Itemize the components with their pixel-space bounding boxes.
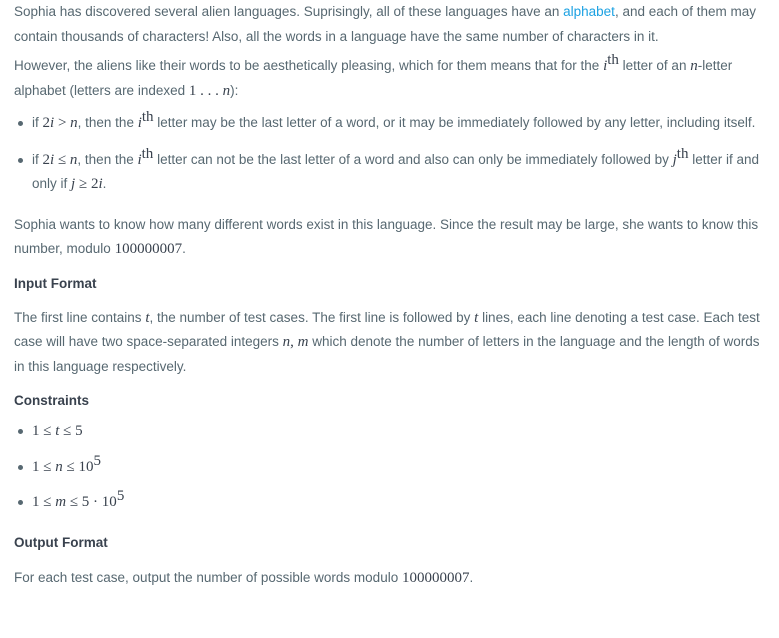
problem-statement: Sophia has discovered several alien lang… [0, 0, 779, 638]
math-op: ≥ [75, 176, 91, 192]
alphabet-link[interactable]: alphabet [563, 4, 615, 19]
math-op: > [54, 115, 71, 131]
bullet-icon [18, 464, 23, 470]
constraints-heading: Constraints [14, 393, 90, 408]
math-coef: 2 [42, 115, 51, 131]
output-end: . [469, 569, 474, 585]
math-comma: , [290, 334, 298, 350]
intro-text: Sophia has discovered several alien lang… [14, 4, 564, 19]
math-th: th [141, 109, 154, 125]
math-exponent: 5 [93, 452, 101, 469]
bullet-icon [18, 500, 23, 505]
math-bound: ≤ 5 · 10 [66, 494, 117, 510]
math-coef: 2 [42, 151, 51, 168]
math-range-n: n [222, 82, 231, 99]
aesthetics-text: However, the aliens like their words to … [14, 58, 604, 73]
math-n: n [55, 458, 63, 475]
math-bound: 1 ≤ [32, 458, 56, 475]
math-modulus: 100000007 [401, 569, 470, 586]
math-bound: ≤ 5 [59, 423, 83, 439]
input-format-paragraph: The first line contains t, the number of… [14, 306, 765, 380]
intro-paragraph: Sophia has discovered several alien lang… [14, 0, 765, 49]
rule-text: , then the [77, 115, 138, 130]
bullet-icon [18, 121, 23, 126]
output-format-heading: Output Format [14, 534, 108, 550]
constraints-list: 1 ≤ t ≤ 5 1 ≤ n ≤ 105 1 ≤ m ≤ 5 · 105 [14, 419, 765, 515]
math-range-dots: . . . [196, 82, 223, 99]
aesthetics-text-2: letter of an [618, 58, 691, 73]
constraint-item: 1 ≤ n ≤ 105 [14, 452, 765, 480]
bullet-icon [18, 157, 23, 163]
rule-text-2: letter can not be the last letter of a w… [153, 151, 673, 167]
math-n: n [690, 58, 698, 74]
math-th: th [607, 52, 619, 68]
rule-text-2: letter may be the last letter of a word,… [153, 115, 756, 130]
rule-prefix: if [32, 115, 43, 130]
aesthetics-paragraph: However, the aliens like their words to … [14, 52, 765, 103]
input-text: The first line contains [14, 309, 146, 325]
math-exponent: 5 [116, 488, 125, 504]
rule-prefix: if [32, 151, 43, 167]
rules-list: if 2i > n, then the ith letter may be th… [14, 109, 765, 197]
math-op: ≤ [54, 151, 70, 168]
aesthetics-text-4: ): [230, 82, 239, 98]
math-n: n [70, 115, 78, 131]
math-th: th [676, 145, 689, 162]
math-th: th [141, 145, 154, 162]
rule-item: if 2i ≤ n, then the ith letter can not b… [14, 145, 765, 197]
bullet-icon [18, 429, 23, 434]
input-text-2: , the number of test cases. The first li… [149, 309, 475, 325]
math-m: m [297, 334, 309, 350]
output-text: For each test case, output the number of… [14, 569, 402, 585]
math-bound: ≤ 10 [62, 458, 94, 475]
math-bound: 1 ≤ [32, 494, 56, 510]
input-format-heading: Input Format [14, 275, 97, 291]
question-end: . [182, 241, 186, 256]
constraint-item: 1 ≤ t ≤ 5 [14, 419, 765, 444]
rule-end: . [102, 176, 107, 191]
rule-item: if 2i > n, then the ith letter may be th… [14, 109, 765, 136]
question-paragraph: Sophia wants to know how many different … [14, 213, 765, 262]
rule-text: , then the [77, 151, 138, 167]
math-modulus: 100000007 [114, 241, 183, 257]
math-m: m [55, 494, 67, 510]
math-bound: 1 ≤ [32, 423, 56, 439]
output-format-paragraph: For each test case, output the number of… [14, 566, 765, 591]
constraint-item: 1 ≤ m ≤ 5 · 105 [14, 488, 765, 515]
